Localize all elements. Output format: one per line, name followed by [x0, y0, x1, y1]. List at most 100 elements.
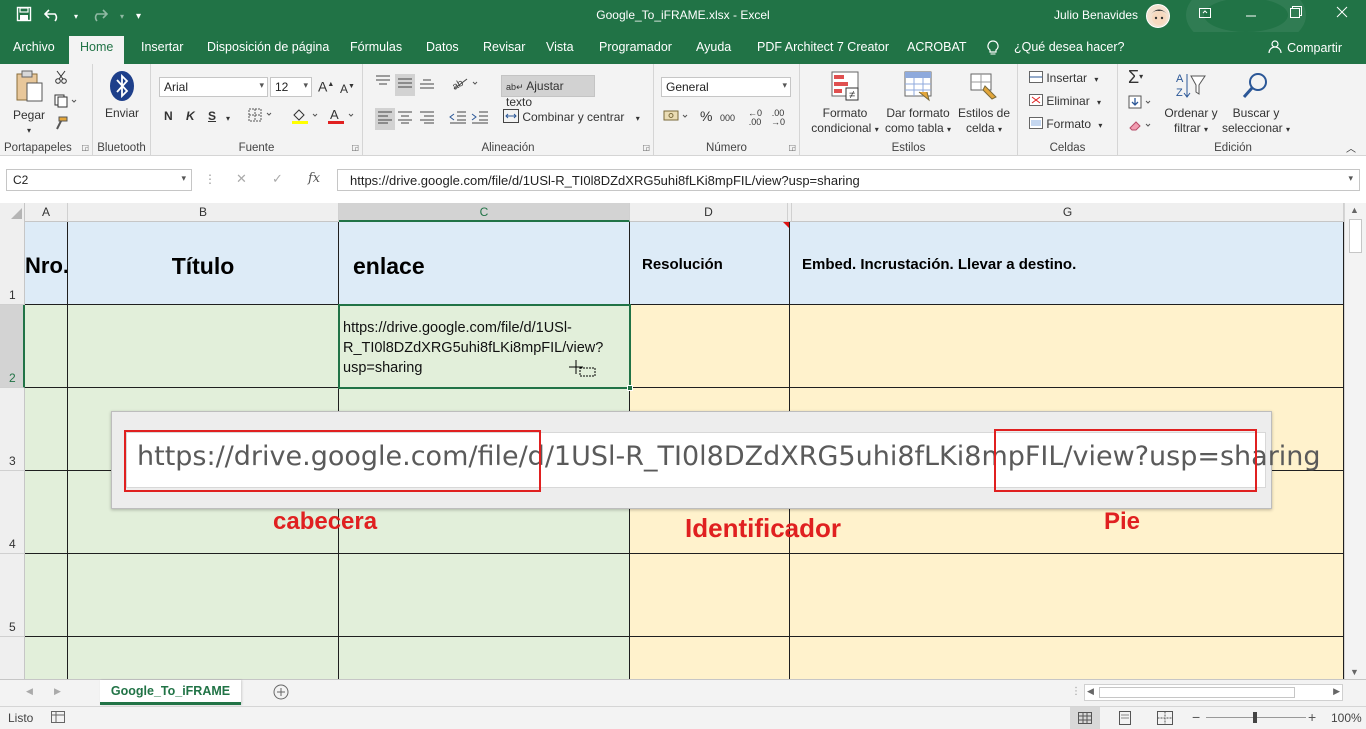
font-size-select[interactable]: 12 ▾	[270, 77, 312, 97]
clipboard-launcher-icon[interactable]: ◲	[81, 143, 89, 152]
increase-decimal-icon[interactable]: ←0.00	[748, 109, 762, 127]
percent-button[interactable]: %	[700, 109, 712, 124]
cell-c2[interactable]: https://drive.google.com/file/d/1USl- R_…	[339, 305, 630, 388]
next-sheet-icon[interactable]: ▶	[54, 686, 61, 697]
increase-font-icon[interactable]: A▲	[318, 77, 334, 95]
bold-button[interactable]: N	[164, 109, 173, 124]
format-as-table-button[interactable]: Dar formato como tabla ▾	[882, 70, 954, 137]
restore-icon[interactable]	[1290, 5, 1302, 21]
orientation-icon[interactable]: ab	[450, 76, 481, 94]
align-right-icon[interactable]	[419, 110, 435, 128]
underline-button[interactable]: S	[208, 109, 216, 124]
cell-d1[interactable]: Resolución	[630, 222, 790, 305]
cell-g1[interactable]: Embed. Incrustación. Llevar a destino.	[790, 222, 1344, 305]
zoom-in-icon[interactable]: +	[1308, 709, 1316, 725]
tab-datos[interactable]: Datos	[426, 40, 459, 54]
number-launcher-icon[interactable]: ◲	[788, 143, 796, 152]
cut-icon[interactable]	[54, 70, 68, 88]
decrease-indent-icon[interactable]	[449, 110, 467, 128]
normal-view-button[interactable]	[1070, 707, 1100, 729]
tab-disposicion[interactable]: Disposición de página	[207, 40, 329, 54]
cell-g6[interactable]	[790, 637, 1344, 679]
sheet-tab-google-to-iframe[interactable]: Google_To_iFRAME	[100, 680, 241, 705]
vertical-scrollbar[interactable]: ▲ ▼	[1344, 203, 1366, 679]
align-left-icon[interactable]	[375, 108, 395, 130]
cell-a6[interactable]	[25, 637, 68, 679]
cell-b1[interactable]: Título	[68, 222, 339, 305]
macro-record-icon[interactable]	[51, 711, 65, 726]
cell-a4[interactable]	[25, 471, 68, 554]
tab-acrobat[interactable]: ACROBAT	[907, 40, 967, 54]
prev-sheet-icon[interactable]: ◀	[26, 686, 33, 697]
column-header-a[interactable]: A	[25, 203, 68, 222]
row-header-2[interactable]: 2	[0, 305, 25, 388]
decrease-decimal-icon[interactable]: .00 →0	[771, 109, 785, 127]
tab-revisar[interactable]: Revisar	[483, 40, 525, 54]
user-name[interactable]: Julio Benavides	[1054, 8, 1138, 22]
fill-color-icon[interactable]	[291, 107, 321, 129]
insert-function-icon[interactable]: fx	[308, 171, 320, 186]
page-layout-view-icon[interactable]	[1117, 711, 1133, 728]
delete-cells-button[interactable]: Eliminar ▾	[1029, 94, 1101, 110]
copy-icon[interactable]	[54, 94, 78, 112]
align-center-icon[interactable]	[397, 110, 413, 128]
zoom-slider[interactable]	[1206, 712, 1306, 723]
horizontal-scroll-thumb[interactable]	[1099, 687, 1295, 698]
avatar[interactable]	[1146, 4, 1170, 28]
font-color-icon[interactable]: A	[327, 107, 357, 129]
horizontal-scrollbar[interactable]: ◀ ▶	[1084, 684, 1343, 701]
add-sheet-icon[interactable]	[273, 684, 289, 703]
row-header-6[interactable]	[0, 637, 25, 679]
tab-formulas[interactable]: Fórmulas	[350, 40, 402, 54]
autosum-icon[interactable]: Σ▾	[1128, 68, 1143, 86]
zoom-level[interactable]: 100%	[1331, 711, 1362, 725]
formula-input[interactable]: https://drive.google.com/file/d/1USl-R_T…	[337, 169, 1360, 191]
confirm-entry-icon[interactable]: ✓	[272, 171, 283, 187]
sort-filter-button[interactable]: AZ Ordenar y filtrar ▾	[1162, 70, 1220, 137]
comment-indicator-icon[interactable]	[783, 222, 789, 228]
column-header-c[interactable]: C	[339, 203, 630, 222]
cancel-entry-icon[interactable]: ✕	[236, 171, 247, 187]
cell-b5[interactable]	[68, 554, 339, 637]
insert-cells-button[interactable]: Insertar ▾	[1029, 71, 1098, 87]
alignment-launcher-icon[interactable]: ◲	[642, 143, 650, 152]
find-select-button[interactable]: Buscar y seleccionar ▾	[1220, 70, 1292, 137]
tab-insertar[interactable]: Insertar	[141, 40, 183, 54]
align-middle-icon[interactable]	[395, 74, 415, 96]
lightbulb-icon[interactable]	[987, 40, 999, 59]
format-cells-button[interactable]: Formato ▾	[1029, 117, 1102, 133]
column-header-b[interactable]: B	[68, 203, 339, 222]
number-format-select[interactable]: General ▾	[661, 77, 791, 97]
conditional-format-button[interactable]: ≠ Formato condicional ▾	[808, 70, 882, 137]
cell-d6[interactable]	[630, 637, 790, 679]
font-launcher-icon[interactable]: ◲	[351, 143, 359, 152]
page-break-view-icon[interactable]	[1157, 711, 1173, 728]
align-top-icon[interactable]	[375, 74, 391, 92]
accounting-format-icon[interactable]	[663, 109, 691, 127]
paste-button[interactable]: Pegar ▾	[8, 70, 50, 138]
cell-b2[interactable]	[68, 305, 339, 388]
clear-icon[interactable]	[1128, 118, 1156, 136]
cell-g2[interactable]	[790, 305, 1344, 388]
cell-c6[interactable]	[339, 637, 630, 679]
collapse-ribbon-icon[interactable]: ︿	[1346, 142, 1356, 157]
zoom-out-icon[interactable]: −	[1192, 709, 1200, 725]
column-header-d[interactable]: D	[630, 203, 788, 222]
scroll-down-icon[interactable]: ▼	[1350, 667, 1359, 677]
wrap-text-button[interactable]: ab↵ Ajustar texto	[501, 75, 595, 109]
tab-archivo[interactable]: Archivo	[13, 40, 55, 54]
cell-d5[interactable]	[630, 554, 790, 637]
column-header-g[interactable]: G	[792, 203, 1344, 222]
row-header-4[interactable]: 4	[0, 471, 25, 554]
row-header-5[interactable]: 5	[0, 554, 25, 637]
italic-button[interactable]: K	[186, 109, 195, 124]
increase-indent-icon[interactable]	[471, 110, 489, 128]
row-header-3[interactable]: 3	[0, 388, 25, 471]
cell-styles-button[interactable]: Estilos de celda ▾	[954, 70, 1014, 137]
cell-a1[interactable]: Nro.	[25, 222, 68, 305]
tab-programador[interactable]: Programador	[599, 40, 672, 54]
send-bluetooth-button[interactable]: Enviar	[103, 70, 141, 121]
expand-formula-icon[interactable]: ▾	[1348, 173, 1353, 184]
cell-d2[interactable]	[630, 305, 790, 388]
tab-pdf-architect[interactable]: PDF Architect 7 Creator	[757, 40, 889, 54]
